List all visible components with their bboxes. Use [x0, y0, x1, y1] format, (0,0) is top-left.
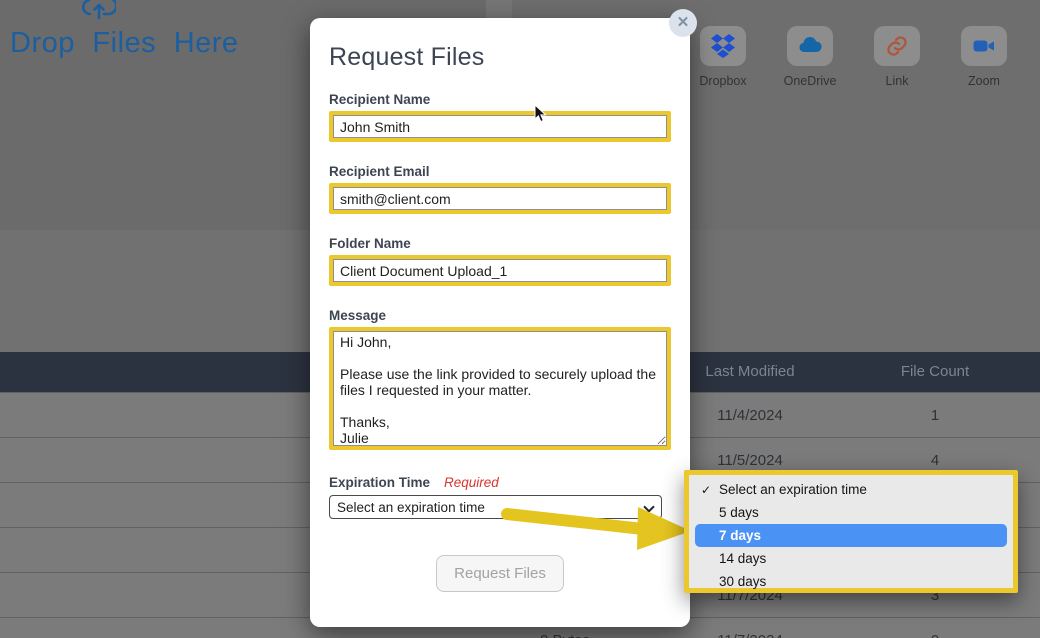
zoom-icon[interactable] [961, 26, 1007, 66]
recipient-name-label: Recipient Name [329, 91, 671, 108]
cloud-services-row: Dropbox OneDrive Link [700, 26, 1007, 88]
recipient-email-input[interactable] [333, 187, 667, 210]
link-label: Link [886, 74, 909, 88]
recipient-email-label: Recipient Email [329, 163, 671, 180]
service-dropbox[interactable]: Dropbox [700, 26, 746, 88]
dropdown-option-30-days[interactable]: 30 days [695, 570, 1007, 593]
modal-title: Request Files [329, 42, 671, 72]
recipient-name-highlight [329, 111, 671, 142]
recipient-name-group: Recipient Name [329, 91, 671, 142]
folder-name-highlight [329, 255, 671, 286]
onedrive-label: OneDrive [784, 74, 837, 88]
service-zoom[interactable]: Zoom [961, 26, 1007, 88]
expiration-select-wrap: Select an expiration time [329, 495, 662, 519]
service-link[interactable]: Link [874, 26, 920, 88]
request-files-modal: ✕ Request Files Recipient Name Recipient… [310, 18, 690, 627]
close-icon[interactable]: ✕ [669, 9, 697, 37]
dropbox-label: Dropbox [699, 74, 746, 88]
folder-name-label: Folder Name [329, 235, 671, 252]
drop-files-here-text: Drop Files Here [10, 27, 239, 60]
folder-name-input[interactable] [333, 259, 667, 282]
recipient-email-highlight [329, 183, 671, 214]
link-icon[interactable] [874, 26, 920, 66]
message-textarea[interactable]: Hi John, Please use the link provided to… [333, 331, 667, 446]
zoom-label: Zoom [968, 74, 1000, 88]
dropdown-option-7-days[interactable]: 7 days [695, 524, 1007, 547]
check-icon: ✓ [701, 483, 719, 497]
message-label: Message [329, 307, 671, 324]
expiration-select[interactable]: Select an expiration time [329, 495, 662, 519]
app-screen: Drop Files Here Dropbox [0, 0, 1040, 638]
column-header-last-modified: Last Modified [685, 352, 815, 392]
expiration-group: Expiration Time Required Select an expir… [329, 474, 671, 519]
request-files-button[interactable]: Request Files [436, 555, 564, 592]
dropdown-option-14-days[interactable]: 14 days [695, 547, 1007, 570]
dropdown-option-select-expiration[interactable]: ✓ Select an expiration time [695, 478, 1007, 501]
message-highlight: Hi John, Please use the link provided to… [329, 327, 671, 450]
recipient-email-group: Recipient Email [329, 163, 671, 214]
folder-name-group: Folder Name [329, 235, 671, 286]
dropbox-icon[interactable] [700, 26, 746, 66]
onedrive-icon[interactable] [787, 26, 833, 66]
cloud-upload-icon [82, 0, 116, 22]
message-group: Message Hi John, Please use the link pro… [329, 307, 671, 450]
expiration-label: Expiration Time [329, 474, 430, 491]
recipient-name-input[interactable] [333, 115, 667, 138]
dropdown-option-5-days[interactable]: 5 days [695, 501, 1007, 524]
expiration-dropdown: ✓ Select an expiration time 5 days 7 day… [684, 470, 1018, 593]
column-header-file-count: File Count [870, 352, 1000, 392]
required-note: Required [444, 475, 499, 490]
service-onedrive[interactable]: OneDrive [787, 26, 833, 88]
